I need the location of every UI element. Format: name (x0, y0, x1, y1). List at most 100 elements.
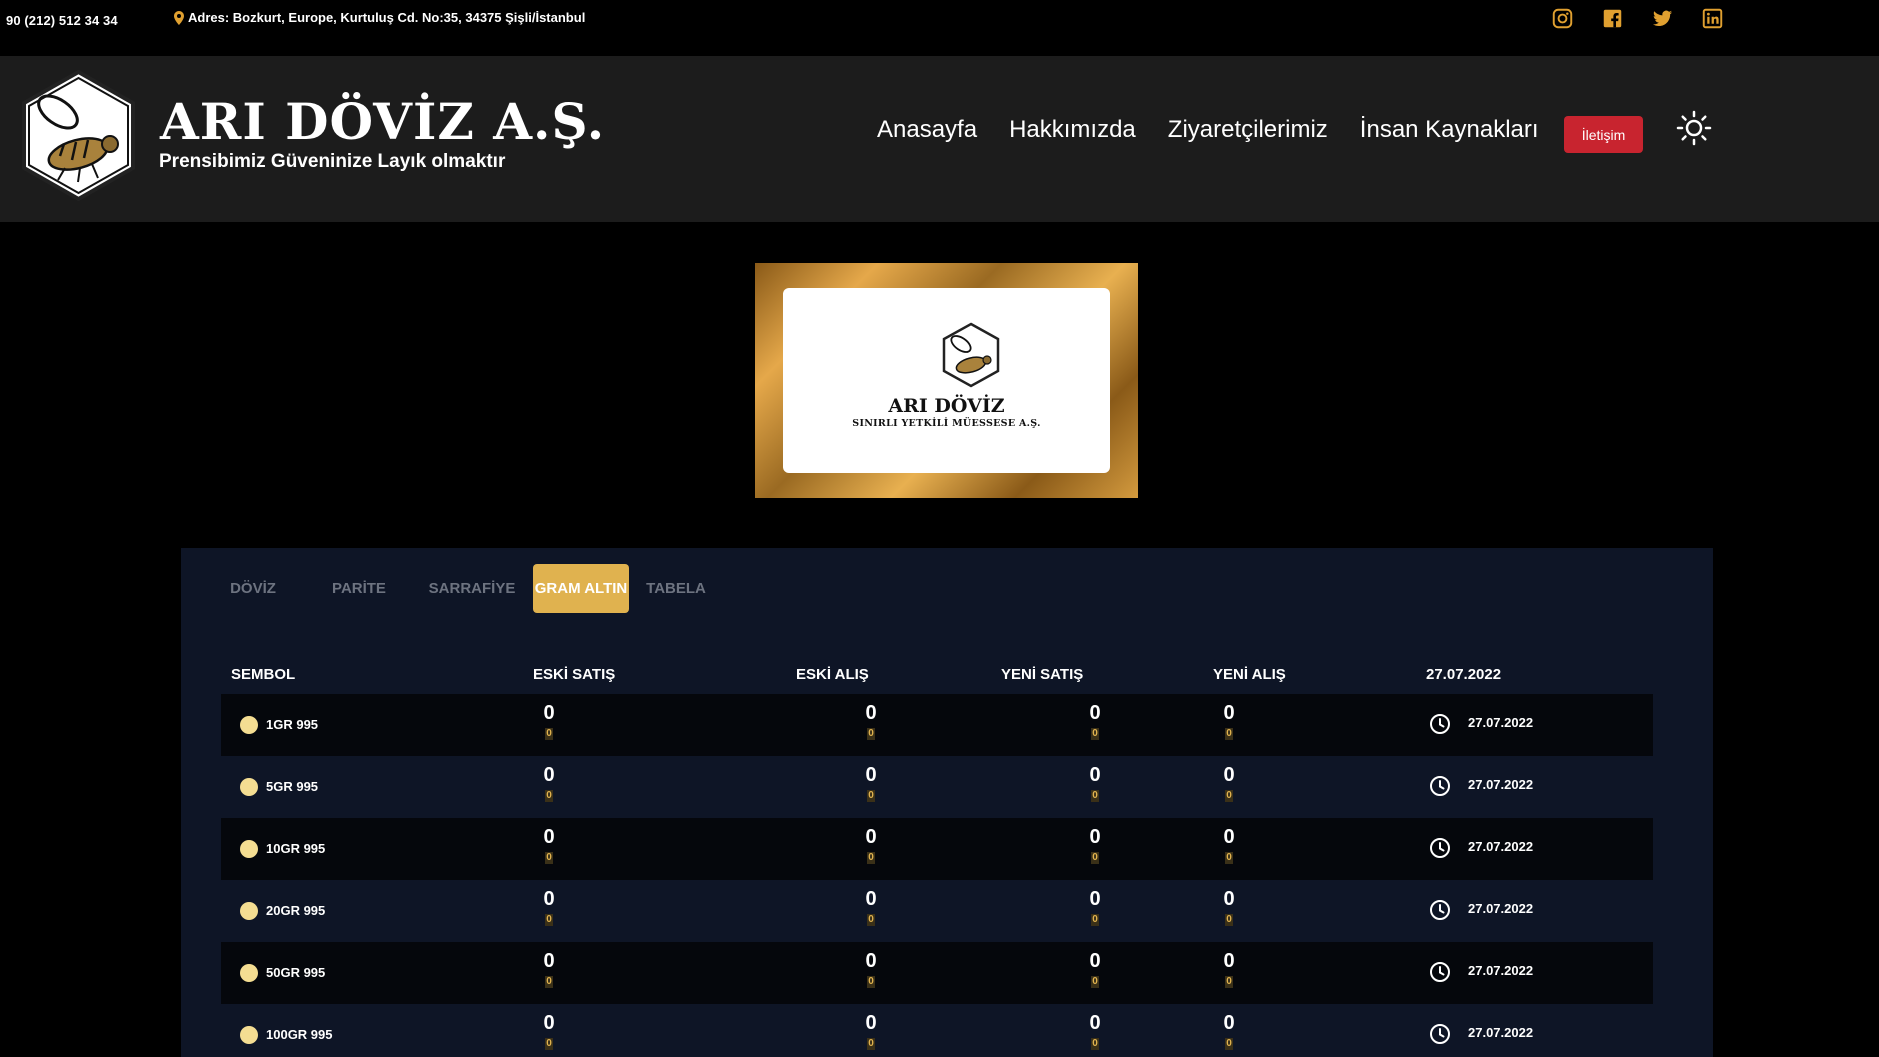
yeni-alis-change: 0 (1225, 1038, 1233, 1050)
yeni-satis-value: 0 (1089, 950, 1101, 972)
yeni-satis-value: 0 (1089, 1012, 1101, 1034)
gold-coin-icon (240, 778, 258, 796)
theme-toggle-sun-icon[interactable] (1676, 110, 1712, 146)
framed-banner: ARI DÖVİZ SINIRLI YETKİLİ MÜESSESE A.Ş. (755, 263, 1138, 498)
eski-satis-cell: 00 (537, 951, 561, 989)
yeni-alis-cell: 00 (1217, 951, 1241, 989)
eski-satis-change: 0 (545, 728, 553, 740)
col-sembol: SEMBOL (231, 666, 296, 683)
symbol-cell: 5GR 995 (266, 779, 319, 794)
tab-tabela[interactable]: TABELA (643, 564, 709, 613)
yeni-alis-cell: 00 (1217, 703, 1241, 741)
clock-icon (1430, 1024, 1450, 1044)
col-eski-satis: ESKİ SATIŞ (533, 666, 616, 683)
symbol-cell: 100GR 995 (266, 1027, 333, 1042)
phone-number[interactable]: 90 (212) 512 34 34 (6, 13, 118, 28)
table-row[interactable]: 5GR 995 0 0 0 0 0 0 0 0 27.07.2022 (221, 756, 1653, 818)
symbol-cell: 50GR 995 (266, 965, 326, 980)
tab-sarrafiye[interactable]: SARRAFİYE (426, 564, 518, 613)
gold-coin-icon (240, 964, 258, 982)
site-header: ARI DÖVİZ A.Ş. Prensibimiz Güveninize La… (0, 56, 1879, 222)
brand-slogan: Prensibimiz Güveninize Layık olmaktır (159, 151, 506, 172)
eski-satis-cell: 00 (537, 827, 561, 865)
symbol-cell: 10GR 995 (266, 841, 326, 856)
yeni-alis-change: 0 (1225, 976, 1233, 988)
nav-hakkimizda[interactable]: Hakkımızda (1009, 116, 1136, 144)
eski-satis-change: 0 (545, 914, 553, 926)
date-cell: 27.07.2022 (1468, 963, 1534, 978)
yeni-alis-value: 0 (1223, 1012, 1235, 1034)
eski-alis-value: 0 (865, 1012, 877, 1034)
eski-satis-cell: 00 (537, 1013, 561, 1051)
yeni-satis-change: 0 (1091, 790, 1099, 802)
instagram-icon[interactable] (1552, 8, 1573, 29)
yeni-satis-value: 0 (1089, 702, 1101, 724)
tab-gram-altin[interactable]: GRAM ALTIN (533, 564, 629, 613)
brand-name[interactable]: ARI DÖVİZ A.Ş. (160, 92, 605, 151)
yeni-satis-cell: 00 (1083, 765, 1107, 803)
address-text: Adres: Bozkurt, Europe, Kurtuluş Cd. No:… (188, 10, 586, 25)
main-nav: Anasayfa Hakkımızda Ziyaretçilerimiz İns… (877, 116, 1539, 144)
gold-coin-icon (240, 902, 258, 920)
gold-coin-icon (240, 1026, 258, 1044)
yeni-alis-value: 0 (1223, 764, 1235, 786)
date-cell: 27.07.2022 (1468, 839, 1534, 854)
eski-alis-change: 0 (867, 852, 875, 864)
eski-alis-cell: 00 (859, 827, 883, 865)
yeni-alis-cell: 00 (1217, 765, 1241, 803)
eski-satis-value: 0 (543, 826, 555, 848)
table-row[interactable]: 10GR 995 0 0 0 0 0 0 0 0 27.07.2022 (221, 818, 1653, 880)
yeni-satis-change: 0 (1091, 976, 1099, 988)
eski-alis-value: 0 (865, 950, 877, 972)
nav-insan-kaynaklari[interactable]: İnsan Kaynakları (1360, 116, 1539, 144)
eski-satis-cell: 00 (537, 765, 561, 803)
eski-alis-cell: 00 (859, 765, 883, 803)
eski-satis-value: 0 (543, 764, 555, 786)
symbol-cell: 1GR 995 (266, 717, 319, 732)
bee-logo-icon (942, 322, 1000, 388)
col-yeni-alis: YENİ ALIŞ (1213, 666, 1286, 683)
eski-satis-change: 0 (545, 790, 553, 802)
yeni-alis-cell: 00 (1217, 889, 1241, 927)
table-row[interactable]: 20GR 995 0 0 0 0 0 0 0 0 27.07.2022 (221, 880, 1653, 942)
nav-ziyaretcilerimiz[interactable]: Ziyaretçilerimiz (1168, 116, 1328, 144)
yeni-satis-change: 0 (1091, 852, 1099, 864)
eski-alis-change: 0 (867, 914, 875, 926)
yeni-alis-change: 0 (1225, 728, 1233, 740)
yeni-satis-cell: 00 (1083, 1013, 1107, 1051)
address: Adres: Bozkurt, Europe, Kurtuluş Cd. No:… (174, 10, 585, 25)
eski-alis-value: 0 (865, 764, 877, 786)
tab-doviz[interactable]: DÖVİZ (223, 564, 283, 613)
yeni-satis-cell: 00 (1083, 827, 1107, 865)
yeni-satis-value: 0 (1089, 888, 1101, 910)
eski-satis-change: 0 (545, 852, 553, 864)
nav-anasayfa[interactable]: Anasayfa (877, 116, 977, 144)
col-eski-alis: ESKİ ALIŞ (796, 666, 869, 683)
twitter-icon[interactable] (1652, 8, 1673, 29)
eski-satis-cell: 00 (537, 703, 561, 741)
yeni-alis-change: 0 (1225, 914, 1233, 926)
table-row[interactable]: 1GR 995 0 0 0 0 0 0 0 0 27.07.2022 (221, 694, 1653, 756)
symbol-cell: 20GR 995 (266, 903, 326, 918)
table-row[interactable]: 50GR 995 0 0 0 0 0 0 0 0 27.07.2022 (221, 942, 1653, 1004)
eski-alis-change: 0 (867, 790, 875, 802)
yeni-satis-cell: 00 (1083, 951, 1107, 989)
date-cell: 27.07.2022 (1468, 777, 1534, 792)
linkedin-icon[interactable] (1702, 8, 1723, 29)
eski-alis-cell: 00 (859, 703, 883, 741)
tab-parite[interactable]: PARİTE (324, 564, 394, 613)
eski-alis-change: 0 (867, 1038, 875, 1050)
bee-logo-icon[interactable] (20, 70, 137, 201)
gold-coin-icon (240, 716, 258, 734)
yeni-alis-change: 0 (1225, 790, 1233, 802)
contact-button[interactable]: İletişim (1564, 116, 1643, 153)
eski-alis-value: 0 (865, 888, 877, 910)
eski-satis-cell: 00 (537, 889, 561, 927)
eski-satis-value: 0 (543, 1012, 555, 1034)
yeni-alis-value: 0 (1223, 888, 1235, 910)
eski-alis-change: 0 (867, 976, 875, 988)
facebook-icon[interactable] (1602, 8, 1623, 29)
table-row[interactable]: 100GR 995 0 0 0 0 0 0 0 0 27.07.2022 (221, 1004, 1653, 1057)
eski-alis-cell: 00 (859, 951, 883, 989)
eski-alis-cell: 00 (859, 1013, 883, 1051)
